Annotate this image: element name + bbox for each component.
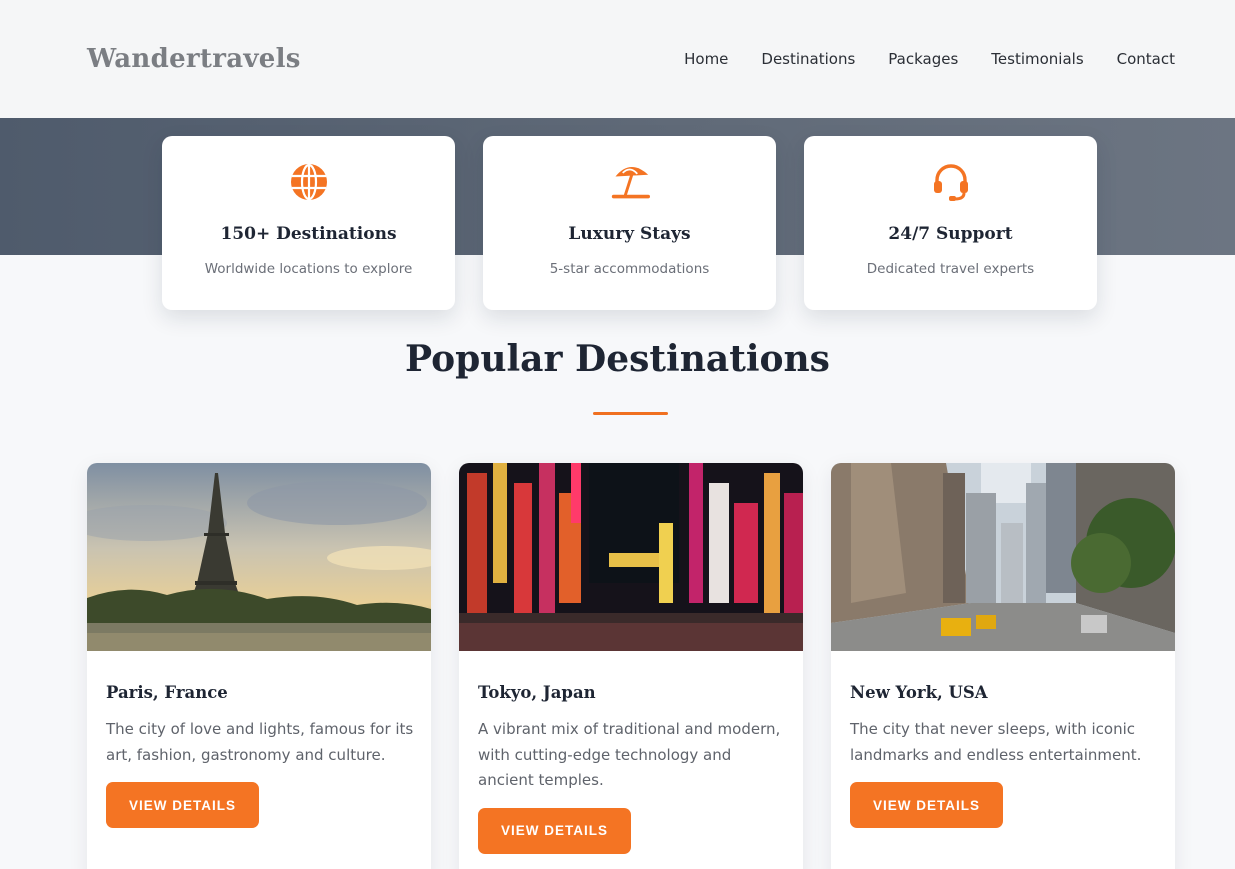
destination-desc: The city of love and lights, famous for … xyxy=(106,720,414,764)
destination-desc: A vibrant mix of traditional and modern,… xyxy=(478,720,781,789)
destination-card-tokyo: Tokyo, Japan A vibrant mix of traditiona… xyxy=(459,463,803,869)
destination-name: New York, USA xyxy=(850,683,988,702)
feature-desc: Dedicated travel experts xyxy=(866,261,1035,277)
eiffel-tower-photo xyxy=(87,463,431,651)
nav-contact[interactable]: Contact xyxy=(1117,50,1175,68)
destination-desc: The city that never sleeps, with iconic … xyxy=(850,720,1142,764)
destination-name: Tokyo, Japan xyxy=(478,683,596,702)
feature-card-luxury: Luxury Stays 5-star accommodations xyxy=(483,136,776,310)
tokyo-neon-street-photo xyxy=(459,463,803,651)
beach-umbrella-icon xyxy=(610,162,650,202)
feature-title: 150+ Destinations xyxy=(220,224,397,244)
destinations-grid: Paris, France The city of love and light… xyxy=(87,463,1175,869)
feature-desc: Worldwide locations to explore xyxy=(204,261,413,277)
feature-title: Luxury Stays xyxy=(568,224,691,244)
feature-card-destinations: 150+ Destinations Worldwide locations to… xyxy=(162,136,455,310)
view-details-button-tokyo[interactable]: VIEW DETAILS xyxy=(478,807,631,854)
nav-testimonials[interactable]: Testimonials xyxy=(991,50,1083,68)
nav-destinations[interactable]: Destinations xyxy=(761,50,855,68)
features-row: 150+ Destinations Worldwide locations to… xyxy=(162,136,1097,310)
new-york-street-photo xyxy=(831,463,1175,651)
destination-name: Paris, France xyxy=(106,683,228,702)
section-title: Popular Destinations xyxy=(405,338,830,380)
destination-card-paris: Paris, France The city of love and light… xyxy=(87,463,431,869)
nav-home[interactable]: Home xyxy=(684,50,728,68)
feature-title: 24/7 Support xyxy=(888,224,1013,244)
view-details-button-new-york[interactable]: VIEW DETAILS xyxy=(850,782,1003,828)
feature-card-support: 24/7 Support Dedicated travel experts xyxy=(804,136,1097,310)
title-underline xyxy=(593,412,668,415)
brand-logo[interactable]: Wandertravels xyxy=(87,44,301,74)
view-details-button-paris[interactable]: VIEW DETAILS xyxy=(106,782,259,828)
destination-card-new-york: New York, USA The city that never sleeps… xyxy=(831,463,1175,869)
nav-packages[interactable]: Packages xyxy=(888,50,958,68)
feature-desc: 5-star accommodations xyxy=(549,261,710,277)
main-nav: Home Destinations Packages Testimonials … xyxy=(684,50,1175,68)
site-header: Wandertravels Home Destinations Packages… xyxy=(0,0,1235,118)
headset-icon xyxy=(931,162,971,202)
globe-icon xyxy=(289,162,329,202)
